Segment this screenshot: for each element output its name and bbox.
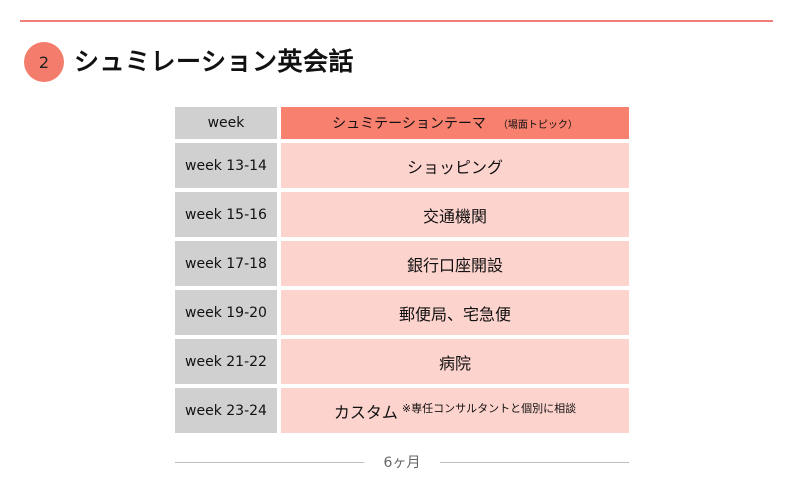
topic-cell: 病院 bbox=[281, 339, 629, 384]
header-week: week bbox=[175, 107, 277, 139]
table-row: week 19-20 郵便局、宅急便 bbox=[175, 290, 629, 335]
header-topic: シュミテーションテーマ （場面トピック） bbox=[281, 107, 629, 139]
section-number: 2 bbox=[38, 52, 50, 72]
topic-label: 病院 bbox=[438, 353, 471, 373]
table-row: week 17-18 銀行口座開設 bbox=[175, 241, 629, 286]
duration-label: 6ヶ月 bbox=[383, 455, 421, 471]
table-row: week 23-24 カスタム ※専任コンサルタントと個別に相談 bbox=[175, 388, 629, 433]
table-row: week 15-16 交通機関 bbox=[175, 192, 629, 237]
topic-cell: ショッピング bbox=[281, 143, 629, 188]
topic-label: ショッピング bbox=[406, 157, 503, 177]
curriculum-table: week シュミテーションテーマ （場面トピック） week 13-14 ショッ… bbox=[175, 107, 629, 437]
week-cell: week 23-24 bbox=[175, 388, 277, 433]
week-cell: week 17-18 bbox=[175, 241, 277, 286]
topic-label: 銀行口座開設 bbox=[406, 255, 503, 275]
footer-line-right bbox=[440, 461, 630, 463]
section-number-badge: 2 bbox=[24, 42, 64, 82]
header-topic-note: （場面トピック） bbox=[497, 119, 578, 131]
week-cell: week 13-14 bbox=[175, 143, 277, 188]
topic-cell: 交通機関 bbox=[281, 192, 629, 237]
week-cell: week 21-22 bbox=[175, 339, 277, 384]
header-topic-label: シュミテーションテーマ bbox=[332, 116, 486, 132]
table-row: week 21-22 病院 bbox=[175, 339, 629, 384]
table-header-row: week シュミテーションテーマ （場面トピック） bbox=[175, 107, 629, 139]
week-cell: week 15-16 bbox=[175, 192, 277, 237]
week-cell: week 19-20 bbox=[175, 290, 277, 335]
top-divider bbox=[20, 20, 773, 22]
topic-label: カスタム bbox=[333, 402, 398, 422]
duration-footer: 6ヶ月 bbox=[175, 451, 630, 473]
topic-cell: 郵便局、宅急便 bbox=[281, 290, 629, 335]
page-title: シュミレーション英会話 bbox=[74, 47, 355, 76]
footer-line-left bbox=[175, 461, 364, 463]
table-row: week 13-14 ショッピング bbox=[175, 143, 629, 188]
topic-label: 郵便局、宅急便 bbox=[398, 304, 511, 324]
topic-note: ※専任コンサルタントと個別に相談 bbox=[401, 401, 577, 415]
topic-cell: カスタム ※専任コンサルタントと個別に相談 bbox=[281, 388, 629, 433]
topic-cell: 銀行口座開設 bbox=[281, 241, 629, 286]
topic-label: 交通機関 bbox=[422, 206, 487, 226]
